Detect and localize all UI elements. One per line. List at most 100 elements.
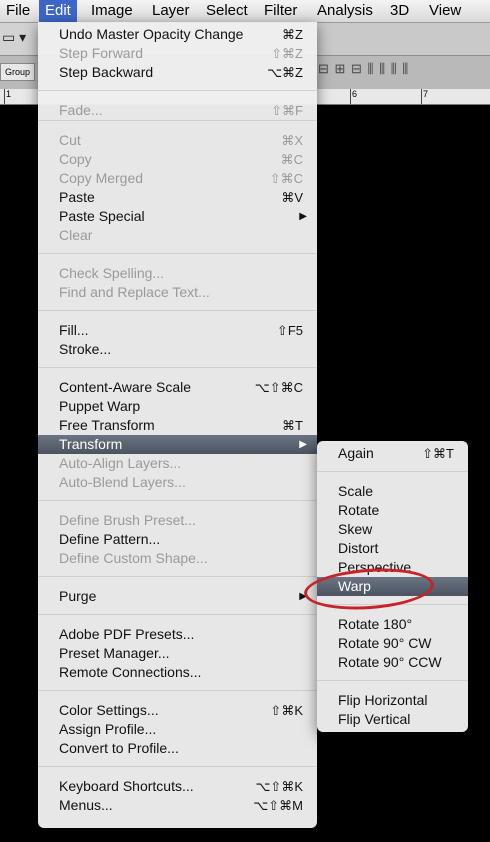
menu-item-shortcut: ⌘X: [281, 133, 303, 148]
menu-item-label: Keyboard Shortcuts...: [59, 778, 194, 794]
menu-edit[interactable]: Edit: [39, 0, 77, 22]
menu-item-label: Paste: [59, 189, 95, 205]
menu-separator: [38, 500, 317, 501]
menu-separator: [317, 680, 468, 681]
edit-menu-item-assign-profile[interactable]: Assign Profile...: [38, 720, 317, 739]
menu-item-label: Define Custom Shape...: [59, 550, 208, 566]
edit-menu-item-clear[interactable]: Clear: [38, 226, 317, 245]
edit-menu-item-define-brush-preset[interactable]: Define Brush Preset...: [38, 511, 317, 530]
auto-select-group-dropdown[interactable]: Group: [0, 63, 35, 81]
menu-separator: [38, 367, 317, 368]
edit-menu-item-step-forward[interactable]: Step Forward ⇧⌘Z: [38, 44, 317, 63]
menu-item-label: Fade...: [59, 102, 103, 118]
tool-preset-icon[interactable]: ▭ ▾: [2, 29, 26, 46]
edit-menu-item-find-and-replace-text[interactable]: Find and Replace Text...: [38, 283, 317, 302]
menu-view[interactable]: View: [423, 0, 467, 22]
menu-item-shortcut: ⇧⌘T: [422, 446, 454, 461]
edit-menu-item-convert-to-profile[interactable]: Convert to Profile...: [38, 739, 317, 758]
menu-item-label: Rotate 90° CCW: [338, 654, 442, 670]
edit-menu-item-transform[interactable]: Transform ▶: [38, 435, 317, 454]
menu-item-shortcut: ⌥⇧⌘C: [254, 380, 303, 395]
transform-item-rotate-180[interactable]: Rotate 180°: [317, 615, 468, 634]
menu-item-label: Step Backward: [59, 64, 154, 80]
menu-item-label: Again: [338, 445, 374, 461]
menu-item-label: Distort: [338, 540, 379, 556]
menu-item-shortcut: ⌘T: [282, 418, 303, 433]
edit-menu-item-fade[interactable]: Fade... ⇧⌘F: [38, 101, 317, 120]
menu-separator: [38, 766, 317, 767]
ruler-label: 1: [6, 89, 12, 99]
menu-separator: [38, 120, 317, 121]
menu-item-label: Color Settings...: [59, 702, 159, 718]
transform-item-scale[interactable]: Scale: [317, 482, 468, 501]
menu-item-shortcut: ⌘Z: [282, 27, 303, 42]
edit-menu-item-adobe-pdf-presets[interactable]: Adobe PDF Presets...: [38, 625, 317, 644]
menu-3d[interactable]: 3D: [384, 0, 415, 22]
menu-item-shortcut: ⇧⌘F: [271, 103, 303, 118]
edit-menu-item-undo-master-opacity-change[interactable]: Undo Master Opacity Change ⌘Z: [38, 25, 317, 44]
menu-item-label: Paste Special: [59, 208, 145, 224]
edit-menu-item-auto-align-layers[interactable]: Auto-Align Layers...: [38, 454, 317, 473]
menu-filter[interactable]: Filter: [258, 0, 303, 22]
menu-item-shortcut: ⌥⇧⌘K: [255, 779, 303, 794]
edit-menu-item-paste[interactable]: Paste ⌘V: [38, 188, 317, 207]
ruler-tick: [4, 89, 5, 104]
edit-menu-item-stroke[interactable]: Stroke...: [38, 340, 317, 359]
menu-item-shortcut: ⇧⌘Z: [271, 46, 303, 61]
edit-menu-item-step-backward[interactable]: Step Backward ⌥⌘Z: [38, 63, 317, 82]
transform-item-flip-vertical[interactable]: Flip Vertical: [317, 710, 468, 729]
menu-item-label: Rotate 180°: [338, 616, 413, 632]
align-distribute-icons[interactable]: ⊟ ⊞ ⊟ ⫼ ⫼ ⫼ ⫼: [318, 61, 409, 77]
menu-item-label: Define Brush Preset...: [59, 512, 196, 528]
menu-analysis[interactable]: Analysis: [311, 0, 379, 22]
menu-item-label: Copy Merged: [59, 170, 144, 186]
menu-item-label: Find and Replace Text...: [59, 284, 210, 300]
menu-separator: [38, 90, 317, 91]
submenu-arrow-icon: ▶: [299, 211, 307, 222]
transform-item-rotate[interactable]: Rotate: [317, 501, 468, 520]
edit-menu-item-color-settings[interactable]: Color Settings... ⇧⌘K: [38, 701, 317, 720]
menu-item-label: Flip Horizontal: [338, 692, 428, 708]
edit-menu-item-free-transform[interactable]: Free Transform ⌘T: [38, 416, 317, 435]
edit-menu-item-content-aware-scale[interactable]: Content-Aware Scale ⌥⇧⌘C: [38, 378, 317, 397]
edit-menu-item-preset-manager[interactable]: Preset Manager...: [38, 644, 317, 663]
edit-menu-item-fill[interactable]: Fill... ⇧F5: [38, 321, 317, 340]
edit-menu-item-cut[interactable]: Cut ⌘X: [38, 131, 317, 150]
edit-menu-item-copy[interactable]: Copy ⌘C: [38, 150, 317, 169]
edit-menu-item-keyboard-shortcuts[interactable]: Keyboard Shortcuts... ⌥⇧⌘K: [38, 777, 317, 796]
edit-menu-item-remote-connections[interactable]: Remote Connections...: [38, 663, 317, 682]
menu-item-shortcut: ⌘C: [280, 152, 303, 167]
transform-item-rotate-90-cw[interactable]: Rotate 90° CW: [317, 634, 468, 653]
menu-item-label: Free Transform: [59, 417, 155, 433]
edit-menu-item-check-spelling[interactable]: Check Spelling...: [38, 264, 317, 283]
menu-separator: [38, 253, 317, 254]
menu-image[interactable]: Image: [85, 0, 139, 22]
edit-menu-item-purge[interactable]: Purge ▶: [38, 587, 317, 606]
menu-item-label: Check Spelling...: [59, 265, 165, 281]
menu-item-label: Preset Manager...: [59, 645, 170, 661]
menu-item-label: Undo Master Opacity Change: [59, 26, 244, 42]
ruler-tick: [350, 89, 351, 104]
tool-preset-area: ▭ ▾: [0, 23, 40, 55]
transform-item-rotate-90-ccw[interactable]: Rotate 90° CCW: [317, 653, 468, 672]
edit-menu-item-paste-special[interactable]: Paste Special ▶: [38, 207, 317, 226]
edit-menu-item-puppet-warp[interactable]: Puppet Warp: [38, 397, 317, 416]
edit-menu-item-define-custom-shape[interactable]: Define Custom Shape...: [38, 549, 317, 568]
menu-item-label: Convert to Profile...: [59, 740, 179, 756]
menu-select[interactable]: Select: [200, 0, 254, 22]
edit-menu-item-auto-blend-layers[interactable]: Auto-Blend Layers...: [38, 473, 317, 492]
ruler-tick: [421, 89, 422, 104]
transform-item-flip-horizontal[interactable]: Flip Horizontal: [317, 691, 468, 710]
menu-file[interactable]: File: [0, 0, 36, 22]
edit-menu-item-menus[interactable]: Menus... ⌥⇧⌘M: [38, 796, 317, 815]
edit-menu-item-define-pattern[interactable]: Define Pattern...: [38, 530, 317, 549]
menu-layer[interactable]: Layer: [146, 0, 196, 22]
transform-item-again[interactable]: Again ⇧⌘T: [317, 444, 468, 463]
menu-item-shortcut: ⇧⌘C: [269, 171, 303, 186]
transform-item-skew[interactable]: Skew: [317, 520, 468, 539]
menu-bar: File Edit Image Layer Select Filter Anal…: [0, 0, 490, 23]
menu-separator: [38, 310, 317, 311]
transform-item-distort[interactable]: Distort: [317, 539, 468, 558]
menu-item-label: Stroke...: [59, 341, 112, 357]
edit-menu-item-copy-merged[interactable]: Copy Merged ⇧⌘C: [38, 169, 317, 188]
